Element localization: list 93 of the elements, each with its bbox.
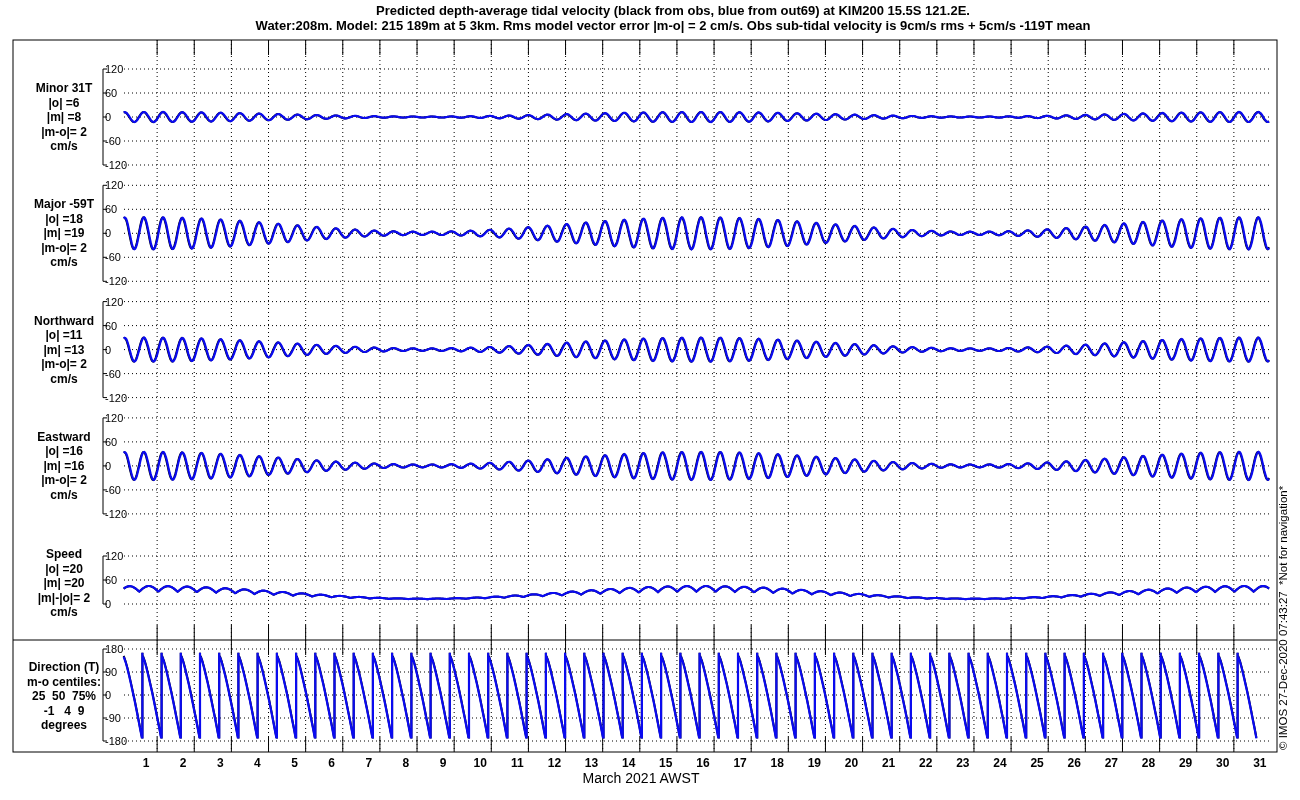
x-tick-label: 7 (365, 756, 373, 770)
panel-label: |o| =18 (45, 211, 83, 226)
x-tick-label: 28 (1141, 756, 1156, 770)
panel-label: |m| =19 (43, 226, 85, 241)
y-tick-label: -120 (105, 507, 128, 520)
panel-label: 25 50 75% (31, 689, 97, 703)
x-tick-label: 8 (402, 756, 410, 770)
y-tick-label: 0 (105, 459, 112, 472)
panel-label: Speed (46, 547, 82, 561)
y-tick-label: -60 (105, 251, 121, 264)
y-tick-label: 60 (105, 435, 118, 448)
x-tick-label: 18 (770, 756, 784, 770)
x-tick-label: 22 (919, 756, 933, 770)
panel-label: cm/s (50, 139, 78, 153)
panel-label: Minor 31T (35, 81, 93, 95)
panel-label: |m-o|= 2 (41, 357, 87, 372)
y-tick-label: -180 (105, 735, 128, 747)
y-tick-label: 120 (105, 411, 124, 424)
y-tick-label: 180 (105, 643, 124, 655)
y-tick-label: 120 (105, 295, 124, 308)
chart-title: Predicted depth-average tidal velocity (black from obs, blue from out69) at KIM200 15.5S 121.2E. (376, 3, 970, 18)
y-tick-label: 120 (105, 63, 124, 75)
panel-label: cm/s (50, 605, 78, 619)
panel-label: Major -59T (34, 197, 94, 212)
panel-label: |m-o|= 2 (41, 124, 87, 139)
x-tick-label: 29 (1178, 756, 1193, 770)
y-tick-label: 120 (105, 550, 124, 562)
panel-label: Northward (34, 313, 94, 328)
panel-label: degrees (41, 718, 87, 732)
panel-label: |m-o|= 2 (41, 473, 87, 488)
x-tick-label: 24 (993, 756, 1007, 770)
x-tick-label: 9 (439, 756, 447, 770)
x-tick-label: 12 (547, 756, 562, 770)
y-tick-label: 60 (105, 203, 118, 216)
y-tick-label: 60 (105, 87, 118, 99)
y-tick-label: 90 (105, 666, 118, 678)
x-tick-label: 5 (291, 756, 298, 770)
y-tick-label: 60 (105, 574, 118, 586)
panel-label: |o| =11 (45, 328, 83, 343)
panel-label: |o| =6 (48, 95, 80, 110)
y-tick-label: 60 (105, 319, 118, 332)
x-tick-label: 14 (622, 756, 636, 770)
panel-label: Eastward (37, 429, 91, 444)
x-tick-label: 17 (733, 756, 747, 770)
y-tick-label: 0 (105, 227, 112, 240)
x-tick-label: 13 (584, 756, 599, 770)
x-tick-label: 27 (1104, 756, 1118, 770)
panel-label: |o| =20 (45, 561, 83, 576)
x-tick-label: 19 (807, 756, 821, 770)
y-tick-label: -60 (105, 483, 121, 496)
x-tick-label: 25 (1030, 756, 1044, 770)
y-tick-label: -60 (105, 135, 121, 147)
panel-label: -1 4 9 (43, 703, 85, 718)
y-tick-label: -90 (105, 712, 121, 724)
panel-label: |m| =8 (46, 110, 82, 124)
panel-label: m-o centiles: (27, 674, 101, 689)
y-tick-label: -60 (105, 367, 121, 380)
x-tick-label: 1 (142, 756, 150, 770)
x-tick-label: 30 (1216, 756, 1230, 770)
panel-label: |m|-|o|= 2 (37, 590, 91, 605)
x-tick-label: 4 (254, 756, 261, 770)
x-tick-label: 2 (179, 756, 187, 770)
x-tick-label: 3 (216, 756, 224, 770)
x-tick-label: 31 (1253, 756, 1267, 770)
panel-label: Direction (T) (28, 660, 100, 674)
panel-label: |m| =13 (43, 342, 85, 357)
x-tick-label: 16 (696, 756, 710, 770)
panel-label: cm/s (50, 487, 78, 502)
x-tick-label: 23 (956, 756, 970, 770)
y-tick-label: -120 (105, 159, 128, 171)
x-tick-label: 26 (1067, 756, 1081, 770)
x-tick-label: 11 (510, 756, 524, 770)
x-tick-label: 21 (881, 756, 896, 770)
y-tick-label: 120 (105, 179, 124, 192)
panel-label: |m| =16 (43, 458, 85, 473)
panel-label: |o| =16 (45, 444, 83, 459)
y-tick-label: 0 (105, 689, 112, 701)
x-tick-label: 6 (328, 756, 335, 770)
y-tick-label: 0 (105, 598, 112, 610)
chart-title: Water:208m. Model: 215 189m at 5 3km. Rms model vector error |m-o| = 2 cm/s. Obs sub-tidal velocity is 9cm/s rms + 5cm/s -119T mean (255, 18, 1091, 33)
y-tick-label: 0 (105, 111, 112, 123)
panel-label: cm/s (50, 255, 78, 270)
y-tick-label: 0 (105, 343, 112, 356)
x-tick-label: 20 (844, 756, 859, 770)
x-tick-label: 10 (473, 756, 487, 770)
copyright-note: © IMOS 27-Dec-2020 07:43:27 *Not for navigation* (1277, 485, 1289, 750)
y-tick-label: -120 (105, 275, 128, 288)
x-axis-label: March 2021 AWST (582, 770, 700, 786)
panel-label: cm/s (50, 371, 78, 386)
y-tick-label: -120 (105, 391, 128, 404)
panel-label: |m-o|= 2 (41, 240, 87, 255)
x-tick-label: 15 (659, 756, 673, 770)
panel-label: |m| =20 (43, 576, 85, 590)
